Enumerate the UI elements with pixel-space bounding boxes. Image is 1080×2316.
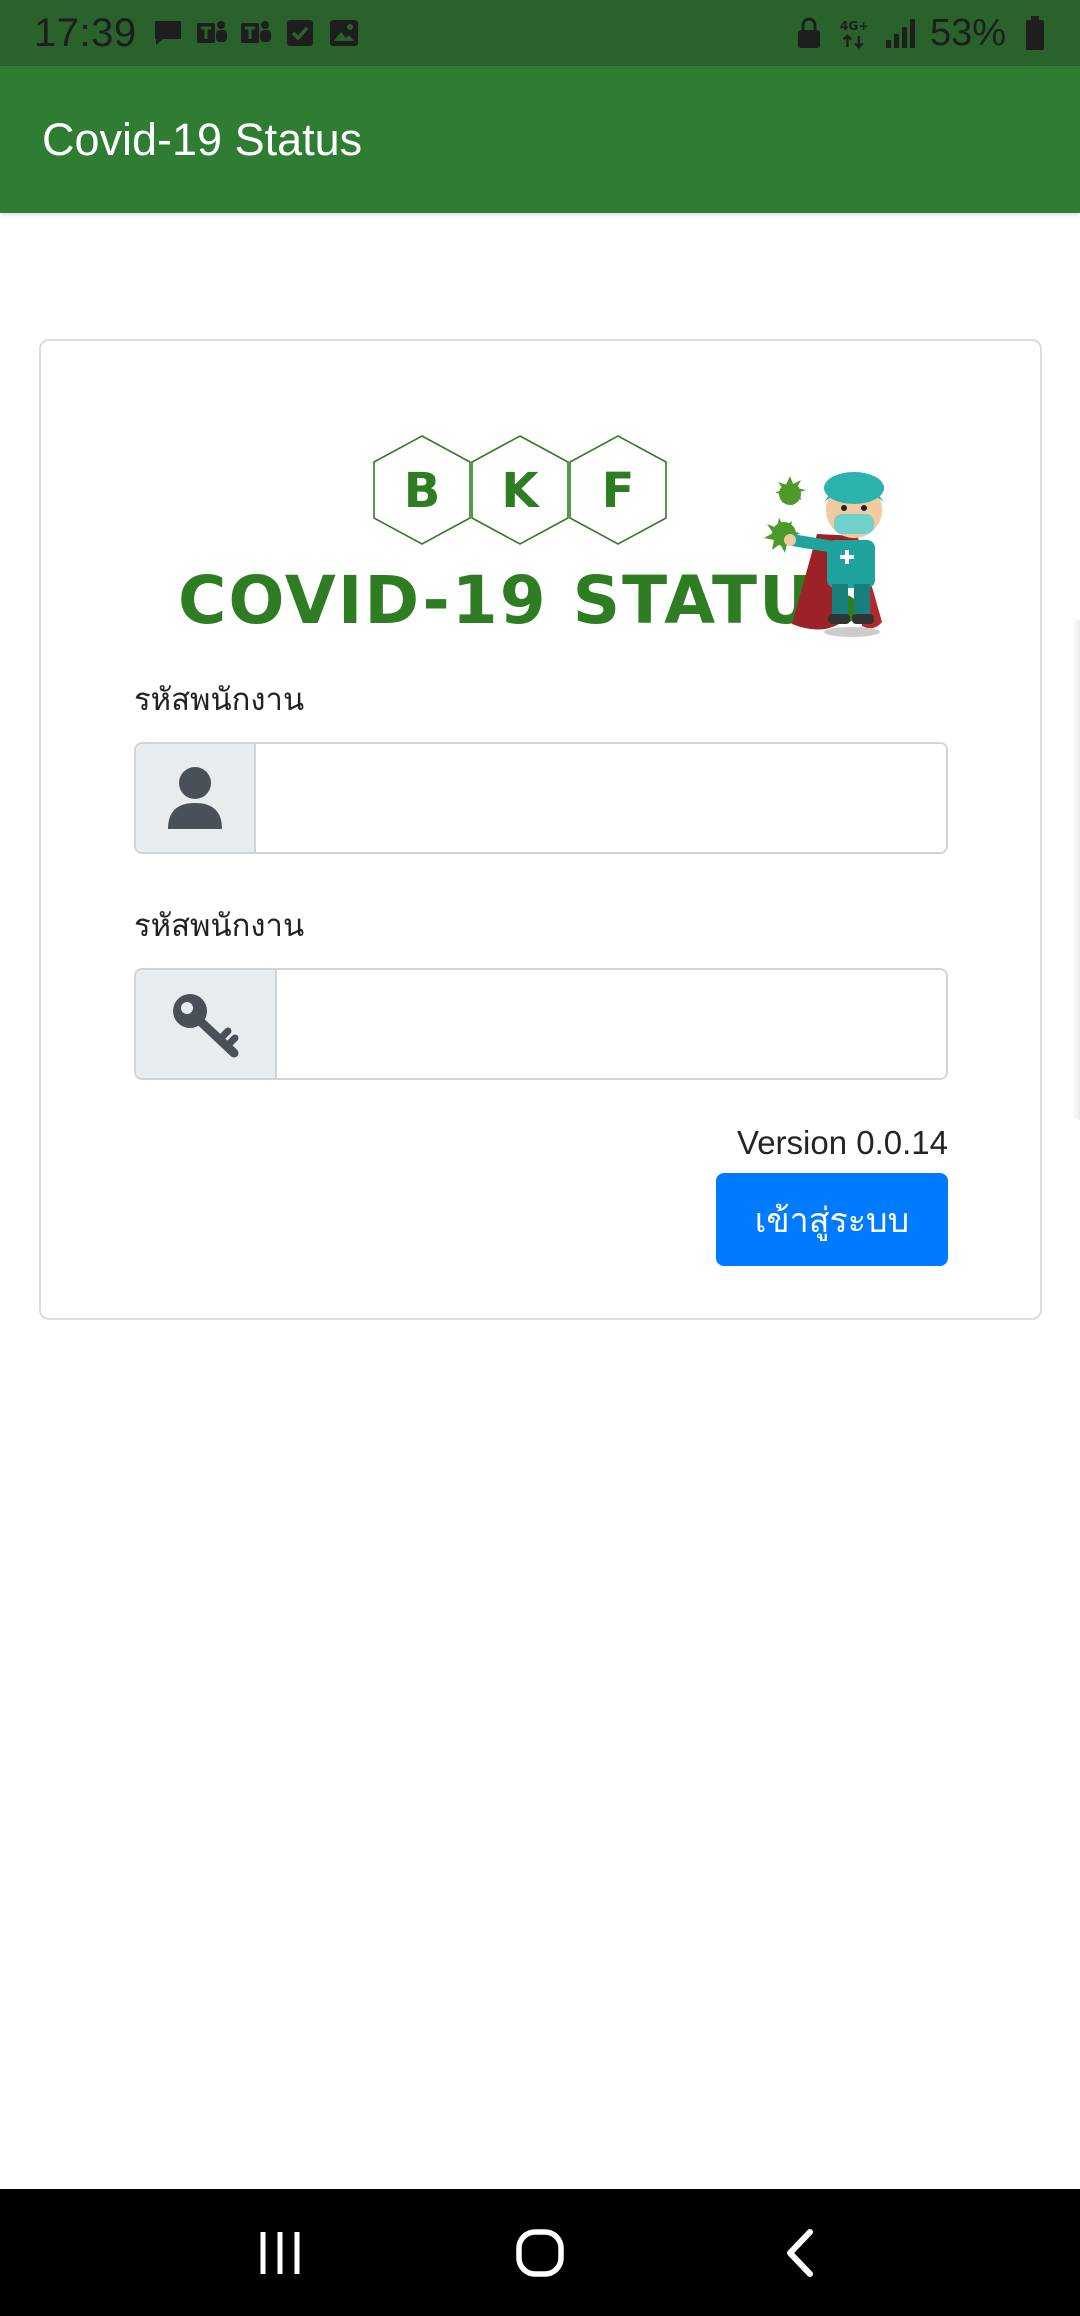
system-nav-bar xyxy=(0,2189,1080,2316)
system-icons: 4G+ 53% xyxy=(792,12,1052,55)
app-bar: Covid-19 Status xyxy=(0,66,1080,213)
logo-letter-k: K xyxy=(501,463,540,519)
app-title: Covid-19 Status xyxy=(42,113,363,165)
checkbox-icon xyxy=(283,16,317,50)
password-input[interactable] xyxy=(277,970,946,1078)
status-bar: 17:39 4G+ 53% xyxy=(0,0,1080,66)
notification-icons xyxy=(151,16,361,50)
app-logo: B K F COVID-19 STATUS xyxy=(172,434,912,648)
svg-text:4G+: 4G+ xyxy=(840,19,869,33)
bkf-hexagons: B K F xyxy=(373,435,667,545)
battery-icon xyxy=(1018,16,1052,50)
employee-code-input[interactable] xyxy=(256,744,946,852)
teams-icon xyxy=(239,16,273,50)
network-icon: 4G+ xyxy=(838,16,872,50)
login-button[interactable]: เข้าสู่ระบบ xyxy=(716,1173,948,1266)
password-group xyxy=(134,968,948,1080)
version-text: Version 0.0.14 xyxy=(737,1124,948,1161)
teams-icon xyxy=(195,16,229,50)
message-icon xyxy=(151,16,185,50)
password-label: รหัสพนักงาน xyxy=(134,908,305,944)
battery-percentage: 53% xyxy=(929,11,1006,54)
recent-apps-icon[interactable] xyxy=(240,2213,320,2293)
logo-letter-b: B xyxy=(404,463,441,519)
status-time: 17:39 xyxy=(34,10,137,55)
key-icon xyxy=(136,970,277,1078)
edge-panel-handle[interactable] xyxy=(1072,620,1080,1120)
image-icon xyxy=(327,16,361,50)
employee-code-label: รหัสพนักงาน xyxy=(134,682,305,718)
user-icon xyxy=(136,744,256,852)
logo-letter-f: F xyxy=(602,463,635,519)
signal-icon xyxy=(884,16,918,50)
lock-icon xyxy=(792,16,826,50)
back-icon[interactable] xyxy=(760,2213,840,2293)
nurse-mascot-icon xyxy=(764,472,884,637)
home-icon[interactable] xyxy=(500,2213,580,2293)
employee-code-group xyxy=(134,742,948,854)
